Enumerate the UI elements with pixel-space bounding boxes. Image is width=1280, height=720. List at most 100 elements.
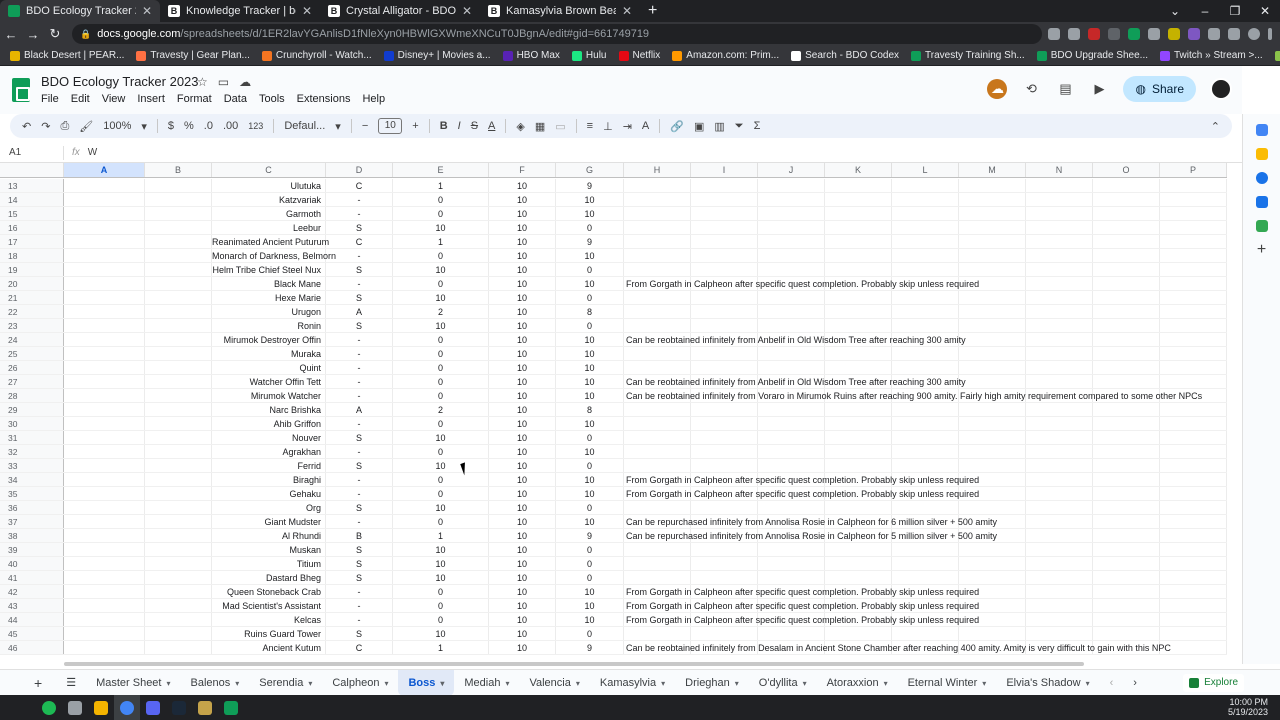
cell-b[interactable] xyxy=(145,459,212,472)
cell-g[interactable]: 0 xyxy=(556,543,624,556)
empty-cell[interactable] xyxy=(892,179,959,192)
sheet-tab[interactable]: Elvia's Shadow ▾ xyxy=(996,670,1099,696)
empty-cell[interactable] xyxy=(1026,333,1093,346)
empty-cell[interactable] xyxy=(892,207,959,220)
empty-cell[interactable] xyxy=(1160,319,1227,332)
cell-b[interactable] xyxy=(145,319,212,332)
cell-g[interactable]: 10 xyxy=(556,207,624,220)
cell-note[interactable]: Can be repurchased infinitely from Annol… xyxy=(624,529,997,542)
bookmark-star-icon[interactable] xyxy=(1068,28,1080,40)
align-vertical-icon[interactable]: ⊥ xyxy=(603,120,613,133)
cell-f[interactable]: 10 xyxy=(489,375,556,388)
font-select[interactable]: Defaul... xyxy=(284,120,325,132)
cell-g[interactable]: 0 xyxy=(556,459,624,472)
cell-e[interactable]: 0 xyxy=(393,599,489,612)
cell-g[interactable]: 0 xyxy=(556,571,624,584)
reload-icon[interactable]: ↻ xyxy=(44,26,66,42)
empty-cell[interactable] xyxy=(1160,417,1227,430)
empty-cell[interactable] xyxy=(825,543,892,556)
cell-name[interactable]: Mirumok Destroyer Offin xyxy=(212,333,326,346)
cell-a[interactable] xyxy=(64,333,145,346)
cell-f[interactable]: 10 xyxy=(489,291,556,304)
empty-cell[interactable] xyxy=(1026,515,1093,528)
cell-g[interactable]: 10 xyxy=(556,193,624,206)
cell-g[interactable]: 0 xyxy=(556,627,624,640)
empty-cell[interactable] xyxy=(691,445,758,458)
cell-b[interactable] xyxy=(145,613,212,626)
insert-chart-icon[interactable]: ▥ xyxy=(714,120,724,133)
back-icon[interactable]: ← xyxy=(0,27,22,42)
menu-tools[interactable]: Tools xyxy=(259,93,285,105)
cell-a[interactable] xyxy=(64,207,145,220)
cell-b[interactable] xyxy=(145,333,212,346)
bookmark-item[interactable]: BDO Artifacts Guid... xyxy=(1274,50,1280,61)
empty-cell[interactable] xyxy=(691,291,758,304)
cell-f[interactable]: 10 xyxy=(489,529,556,542)
menu-format[interactable]: Format xyxy=(177,93,212,105)
menu-dots-icon[interactable] xyxy=(1268,28,1272,40)
empty-cell[interactable] xyxy=(825,179,892,192)
font-size-decrease-button[interactable]: − xyxy=(362,120,368,132)
empty-cell[interactable] xyxy=(1093,403,1160,416)
cell-b[interactable] xyxy=(145,389,212,402)
column-header-l[interactable]: L xyxy=(892,163,959,177)
cell-note[interactable]: Can be repurchased infinitely from Annol… xyxy=(624,515,997,528)
cell-a[interactable] xyxy=(64,249,145,262)
empty-cell[interactable] xyxy=(1160,431,1227,444)
sheets-logo-icon[interactable] xyxy=(12,78,30,102)
empty-cell[interactable] xyxy=(758,417,825,430)
cell-g[interactable]: 0 xyxy=(556,263,624,276)
cell-grade[interactable]: S xyxy=(326,319,393,332)
cell-e[interactable]: 0 xyxy=(393,515,489,528)
empty-cell[interactable] xyxy=(1026,193,1093,206)
cell-e[interactable]: 0 xyxy=(393,487,489,500)
empty-cell[interactable] xyxy=(1160,501,1227,514)
cell-e[interactable]: 10 xyxy=(393,431,489,444)
cell-grade[interactable]: - xyxy=(326,613,393,626)
empty-cell[interactable] xyxy=(758,431,825,444)
cell-b[interactable] xyxy=(145,221,212,234)
taskbar-item[interactable] xyxy=(36,695,62,720)
cell-e[interactable]: 10 xyxy=(393,627,489,640)
comments-icon[interactable]: ▤ xyxy=(1055,79,1075,99)
bookmark-item[interactable]: Crunchyroll - Watch... xyxy=(261,50,372,61)
cell-g[interactable]: 9 xyxy=(556,235,624,248)
empty-cell[interactable] xyxy=(1160,445,1227,458)
empty-cell[interactable] xyxy=(1093,249,1160,262)
empty-cell[interactable] xyxy=(691,305,758,318)
browser-tab[interactable]: B Kamasylvia Brown Bear - BDO Co ✕ xyxy=(480,0,640,22)
cell-name[interactable]: Reanimated Ancient Puturum xyxy=(212,235,329,248)
cell-f[interactable]: 10 xyxy=(489,459,556,472)
cell-g[interactable]: 8 xyxy=(556,305,624,318)
cell-b[interactable] xyxy=(145,207,212,220)
cell-note[interactable]: Can be reobtained infinitely from Anbeli… xyxy=(624,333,966,346)
empty-cell[interactable] xyxy=(691,403,758,416)
extension-icon[interactable] xyxy=(1088,28,1100,40)
cell-name[interactable]: Ferrid xyxy=(212,459,326,472)
cell-note[interactable] xyxy=(624,459,691,472)
cell-b[interactable] xyxy=(145,571,212,584)
cell-b[interactable] xyxy=(145,193,212,206)
empty-cell[interactable] xyxy=(1160,235,1227,248)
cell-f[interactable]: 10 xyxy=(489,599,556,612)
cell-f[interactable]: 10 xyxy=(489,571,556,584)
cell-name[interactable]: Queen Stoneback Crab xyxy=(212,585,326,598)
bookmark-item[interactable]: Travesty Training Sh... xyxy=(911,50,1025,61)
empty-cell[interactable] xyxy=(825,221,892,234)
scroll-tabs-left-icon[interactable]: ‹ xyxy=(1100,670,1124,696)
empty-cell[interactable] xyxy=(1093,207,1160,220)
cell-e[interactable]: 1 xyxy=(393,235,489,248)
empty-cell[interactable] xyxy=(825,193,892,206)
cell-a[interactable] xyxy=(64,193,145,206)
empty-cell[interactable] xyxy=(825,207,892,220)
extension-icon[interactable] xyxy=(1128,28,1140,40)
empty-cell[interactable] xyxy=(959,445,1026,458)
cell-grade[interactable]: - xyxy=(326,249,393,262)
column-header-k[interactable]: K xyxy=(825,163,892,177)
empty-cell[interactable] xyxy=(959,179,1026,192)
cell-a[interactable] xyxy=(64,389,145,402)
bookmark-item[interactable]: Netflix xyxy=(618,50,660,61)
share-page-icon[interactable] xyxy=(1048,28,1060,40)
cell-f[interactable]: 10 xyxy=(489,417,556,430)
cell-note[interactable] xyxy=(624,403,691,416)
